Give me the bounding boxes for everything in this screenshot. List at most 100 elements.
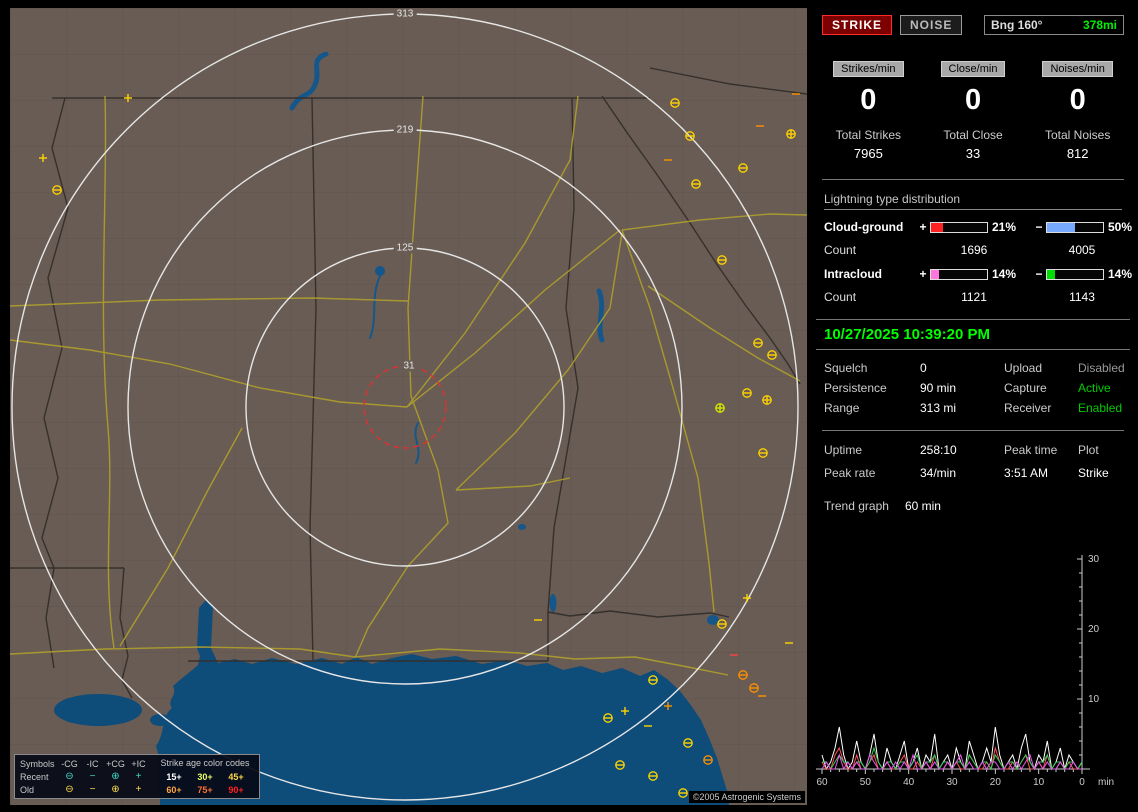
cg-negative-pct: 50% [1108,220,1133,234]
ic-negative-pct: 14% [1108,267,1133,281]
peak-rate-value: 34/min [920,466,957,480]
x-tick-label: 40 [903,777,915,788]
legend-symbol: + [135,770,142,782]
divider [822,179,1124,180]
legend-recent-symbols: ⊖ − ⊕ + [58,771,150,783]
age-code: 75+ [197,784,213,795]
plot-value: Strike [1078,466,1109,480]
legend-symbol: ⊖ [65,770,74,782]
total-close-label: Total Close [943,128,1003,142]
trend-graph-label: Trend graph [824,499,889,513]
peak-time-label: Peak time [1004,443,1058,457]
legend-symbols-header: Symbols [20,758,55,769]
cg-positive-pct: 21% [992,220,1017,234]
x-tick-label: 20 [990,777,1002,788]
ic-positive-bar [930,268,988,280]
peak-time-value: 3:51 AM [1004,466,1049,480]
capture-status: Active [1078,381,1111,395]
age-code: 15+ [166,771,182,782]
total-strikes-value: 7965 [853,146,883,161]
rate-counters: Strikes/min 0 Total Strikes 7965 Close/m… [816,61,1130,161]
x-tick-label: 50 [860,777,872,788]
x-tick-label: 60 [816,777,828,788]
trend-chart-container: 60 50 40 30 20 10 0 min 30 20 10 [816,547,1130,805]
ic-positive-count: 1121 [961,290,987,304]
legend-col-neg-ic: -IC [86,758,99,769]
total-close-value: 33 [965,146,981,161]
squelch-value: 0 [920,361,927,375]
strikes-per-min-value: 0 [860,84,877,116]
plus-sign: + [919,220,927,234]
distribution-title: Lightning type distribution [824,192,1122,210]
bearing-display: Bng 160° 378mi [984,15,1124,35]
legend-age-row-2: 60+ 75+ 90+ [156,783,254,796]
cg-positive-bar [930,221,988,233]
datetime-display: 10/27/2025 10:39:20 PM [816,319,1130,350]
trend-series-green [822,746,1083,771]
count-label: Count [824,243,857,257]
map-legend: Symbols -CG -IC +CG +IC Recent ⊖ − ⊕ + Old … [14,754,260,799]
x-tick-label: 30 [946,777,958,788]
strikes-counter-column: Strikes/min 0 Total Strikes 7965 [816,61,921,161]
range-value: 313 mi [920,401,957,415]
bearing-value: Bng 160° [991,18,1043,32]
legend-age-section: Strike age color codes 15+ 30+ 45+ 60+ 75+ 9… [156,757,254,796]
legend-symbol: − [89,783,96,795]
divider [822,430,1124,431]
strike-symbol-circle-plus [762,395,772,405]
trend-chart: 60 50 40 30 20 10 0 min 30 20 10 [816,554,1114,788]
capture-label: Capture [1004,381,1047,395]
app-window: 313 219 125 31 Symbols -CG -IC +CG +IC Rece… [0,0,1138,812]
noises-per-min-label: Noises/min [1042,61,1113,77]
cg-negative-count: 4005 [1068,243,1096,257]
x-axis-unit: min [1098,777,1114,788]
range-label: Range [824,401,860,415]
legend-col-pos-ic: +IC [131,758,146,769]
uptime-value: 258:10 [920,443,957,457]
legend-recent-label: Recent [20,771,49,782]
legend-age-row-1: 15+ 30+ 45+ [156,770,254,783]
trend-graph-header: Trend graph 60 min [824,499,1122,513]
persistence-label: Persistence [824,381,887,395]
cloud-ground-distribution: Cloud-ground + 21% − 50% Count 1696 4005 [824,220,1132,257]
x-tick-label: 10 [1033,777,1045,788]
legend-symbol: ⊕ [111,770,120,782]
legend-col-pos-cg: +CG [106,758,125,769]
age-code: 90+ [228,784,244,795]
age-code: 60+ [166,784,182,795]
receiver-status: Enabled [1078,401,1123,415]
trend-graph-value: 60 min [904,499,941,513]
intracloud-label: Intracloud [824,267,883,281]
intracloud-distribution: Intracloud + 14% − 14% Count 1121 1143 [824,267,1132,304]
ic-positive-pct: 14% [992,267,1017,281]
cloud-ground-label: Cloud-ground [824,220,904,234]
map-canvas [10,8,807,805]
noise-button[interactable]: NOISE [900,15,963,35]
upload-label: Upload [1004,361,1043,375]
close-per-min-value: 0 [964,84,982,116]
settings-panel: Squelch 0 Upload Disabled Persistence 90… [824,358,1125,418]
trend-series-red [821,746,1082,771]
uptime-label: Uptime [824,443,863,457]
total-noises-value: 812 [1066,146,1089,161]
lightning-map[interactable]: 313 219 125 31 Symbols -CG -IC +CG +IC Rece… [10,8,807,805]
upload-status: Disabled [1078,361,1125,375]
total-noises-label: Total Noises [1044,128,1111,142]
x-tick-label: 0 [1079,777,1085,788]
close-per-min-label: Close/min [940,61,1006,77]
cg-positive-count: 1696 [960,243,988,257]
strike-symbol-circle-plus [715,403,725,413]
squelch-label: Squelch [824,361,868,375]
legend-old-label: Old [20,784,35,795]
stats-panel: Uptime 258:10 Peak time Plot Peak rate 3… [824,439,1122,485]
legend-age-header: Strike age color codes [160,758,250,768]
plot-label: Plot [1078,443,1099,457]
distance-value: 378mi [1082,18,1117,32]
legend-symbol: + [135,783,142,795]
minus-sign: − [1035,267,1043,281]
strike-button[interactable]: STRIKE [822,15,893,35]
receiver-label: Receiver [1004,401,1052,415]
peak-rate-label: Peak rate [824,466,876,480]
legend-col-neg-cg: -CG [61,758,78,769]
mode-toolbar: STRIKE NOISE Bng 160° 378mi [822,15,1124,35]
